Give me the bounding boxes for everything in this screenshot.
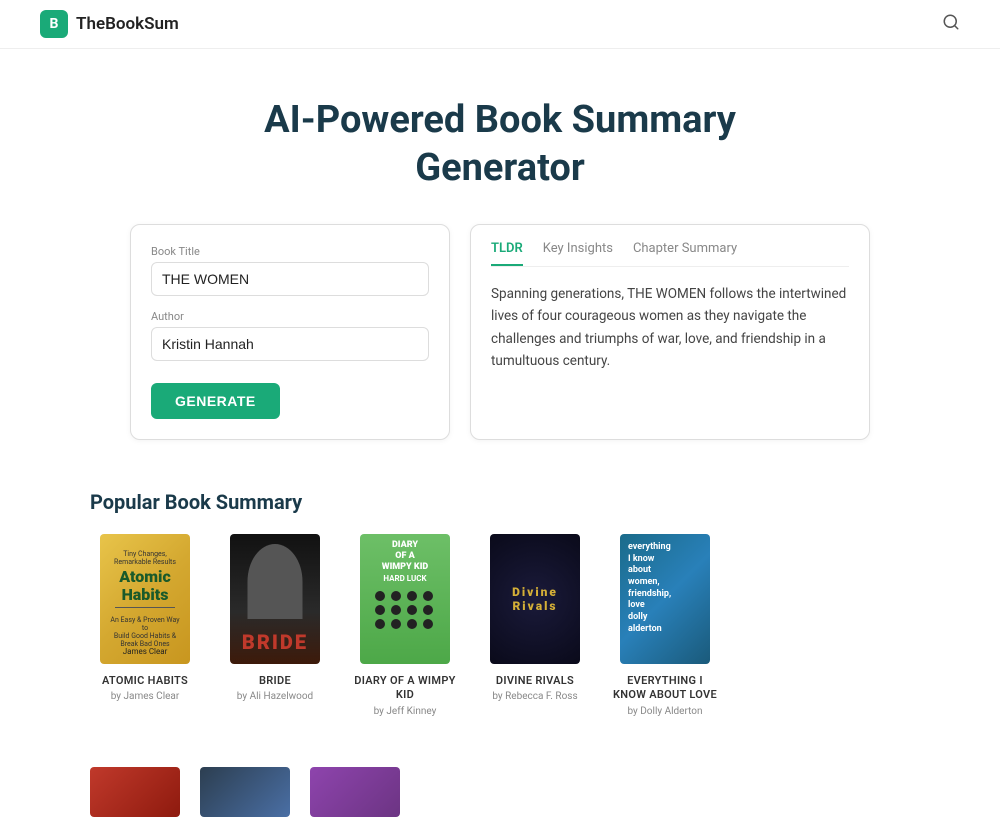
author-label: Author xyxy=(151,310,429,323)
book-cover-bottom-2[interactable] xyxy=(200,767,290,817)
book-title-diary: DIARY OF A WIMPY KID xyxy=(350,674,460,703)
book-title-everything: EVERYTHING I KNOW ABOUT LOVE xyxy=(610,674,720,703)
book-item-divine[interactable]: Divine Rivals DIVINE RIVALS by Rebecca F… xyxy=(480,534,590,717)
book-item-diary[interactable]: DIARYOF AWIMPY KID HARD LUCK DIARY OF A … xyxy=(350,534,460,717)
logo-text: TheBookSum xyxy=(76,14,179,34)
bottom-row xyxy=(50,757,950,827)
book-author-bride: by Ali Hazelwood xyxy=(237,691,313,702)
book-author-everything: by Dolly Alderton xyxy=(627,706,702,717)
tab-chapter-summary[interactable]: Chapter Summary xyxy=(633,241,737,266)
generate-button[interactable]: GENERATE xyxy=(151,383,280,419)
author-input[interactable] xyxy=(151,327,429,361)
logo-icon: B xyxy=(40,10,68,38)
book-author-divine: by Rebecca F. Ross xyxy=(492,691,577,702)
tab-tldr[interactable]: TLDR xyxy=(491,241,523,266)
summary-card: TLDR Key Insights Chapter Summary Spanni… xyxy=(470,224,870,440)
hero-section: AI-Powered Book Summary Generator xyxy=(0,49,1000,224)
search-button[interactable] xyxy=(942,13,960,36)
popular-section: Popular Book Summary Tiny Changes,Remark… xyxy=(50,480,950,757)
book-item-atomic-habits[interactable]: Tiny Changes,Remarkable Results AtomicHa… xyxy=(90,534,200,717)
author-field: Author xyxy=(151,310,429,361)
book-cover-everything: everythingI knowaboutwomen,friendship,lo… xyxy=(620,534,710,664)
book-author-diary: by Jeff Kinney xyxy=(374,706,437,717)
book-cover-divine: Divine Rivals xyxy=(490,534,580,664)
book-title-atomic: ATOMIC HABITS xyxy=(102,674,188,688)
book-author-atomic: by James Clear xyxy=(111,691,180,702)
book-title-bride: BRIDE xyxy=(259,674,291,688)
book-title-label: Book Title xyxy=(151,245,429,258)
book-item-everything[interactable]: everythingI knowaboutwomen,friendship,lo… xyxy=(610,534,720,717)
summary-text: Spanning generations, THE WOMEN follows … xyxy=(491,283,849,372)
logo-area: B TheBookSum xyxy=(40,10,179,38)
book-cover-diary: DIARYOF AWIMPY KID HARD LUCK xyxy=(360,534,450,664)
book-title-input[interactable] xyxy=(151,262,429,296)
book-cover-bride: BRIDE xyxy=(230,534,320,664)
book-cover-bottom-3[interactable] xyxy=(310,767,400,817)
hero-title: AI-Powered Book Summary Generator xyxy=(20,97,980,192)
book-cover-bottom-1[interactable] xyxy=(90,767,180,817)
popular-title: Popular Book Summary xyxy=(90,490,910,514)
header: B TheBookSum xyxy=(0,0,1000,49)
book-title-field: Book Title xyxy=(151,245,429,296)
main-panel: Book Title Author GENERATE TLDR Key Insi… xyxy=(90,224,910,480)
tab-key-insights[interactable]: Key Insights xyxy=(543,241,613,266)
books-row: Tiny Changes,Remarkable Results AtomicHa… xyxy=(90,534,910,717)
book-item-bride[interactable]: BRIDE BRIDE by Ali Hazelwood xyxy=(220,534,330,717)
book-cover-atomic-habits: Tiny Changes,Remarkable Results AtomicHa… xyxy=(100,534,190,664)
tab-bar: TLDR Key Insights Chapter Summary xyxy=(491,241,849,267)
input-card: Book Title Author GENERATE xyxy=(130,224,450,440)
book-title-divine: DIVINE RIVALS xyxy=(496,674,574,688)
search-icon xyxy=(942,13,960,31)
